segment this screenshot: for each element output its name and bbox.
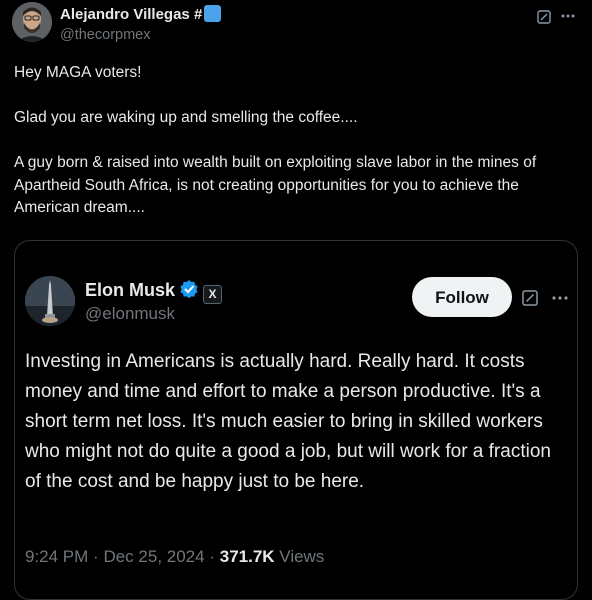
quoted-tweet-card[interactable]: Elon Musk X @elonmusk Follow Investing i…	[14, 240, 578, 600]
views-label: Views	[279, 547, 325, 566]
verified-square-icon	[204, 5, 222, 22]
author-handle[interactable]: @thecorpmex	[60, 27, 150, 43]
quoted-author-name[interactable]: Elon Musk X	[85, 279, 223, 304]
author-avatar[interactable]	[12, 2, 52, 42]
more-icon[interactable]	[560, 8, 576, 29]
author-name[interactable]: Alejandro Villegas #	[60, 5, 222, 23]
tweet-paragraph: Glad you are waking up and smelling the …	[14, 109, 358, 126]
grok-icon[interactable]	[522, 290, 538, 311]
tweet-time[interactable]: 9:24 PM	[25, 547, 88, 566]
meta-separator: ·	[209, 547, 215, 566]
x-affiliate-icon: X	[203, 285, 223, 304]
verified-badge-icon	[179, 279, 199, 304]
quoted-author-avatar[interactable]	[25, 276, 75, 326]
more-icon[interactable]	[551, 290, 569, 311]
views-count: 371.7K	[219, 547, 275, 566]
quoted-author-name-text: Elon Musk	[85, 280, 176, 300]
quoted-author-handle[interactable]: @elonmusk	[85, 304, 175, 324]
follow-button[interactable]: Follow	[412, 277, 512, 317]
quoted-tweet-meta: 9:24 PM · Dec 25, 2024 · 371.7K Views	[25, 547, 324, 567]
meta-separator: ·	[93, 547, 99, 566]
quoted-tweet-text: Investing in Americans is actually hard.…	[25, 351, 551, 492]
tweet-paragraph: Hey MAGA voters!	[14, 64, 142, 81]
author-name-text: Alejandro Villegas #	[60, 6, 203, 23]
tweet-text: Hey MAGA voters! Glad you are waking up …	[14, 62, 579, 220]
grok-icon[interactable]	[537, 10, 551, 29]
tweet-paragraph: A guy born & raised into wealth built on…	[14, 154, 537, 216]
tweet-date[interactable]: Dec 25, 2024	[103, 547, 204, 566]
